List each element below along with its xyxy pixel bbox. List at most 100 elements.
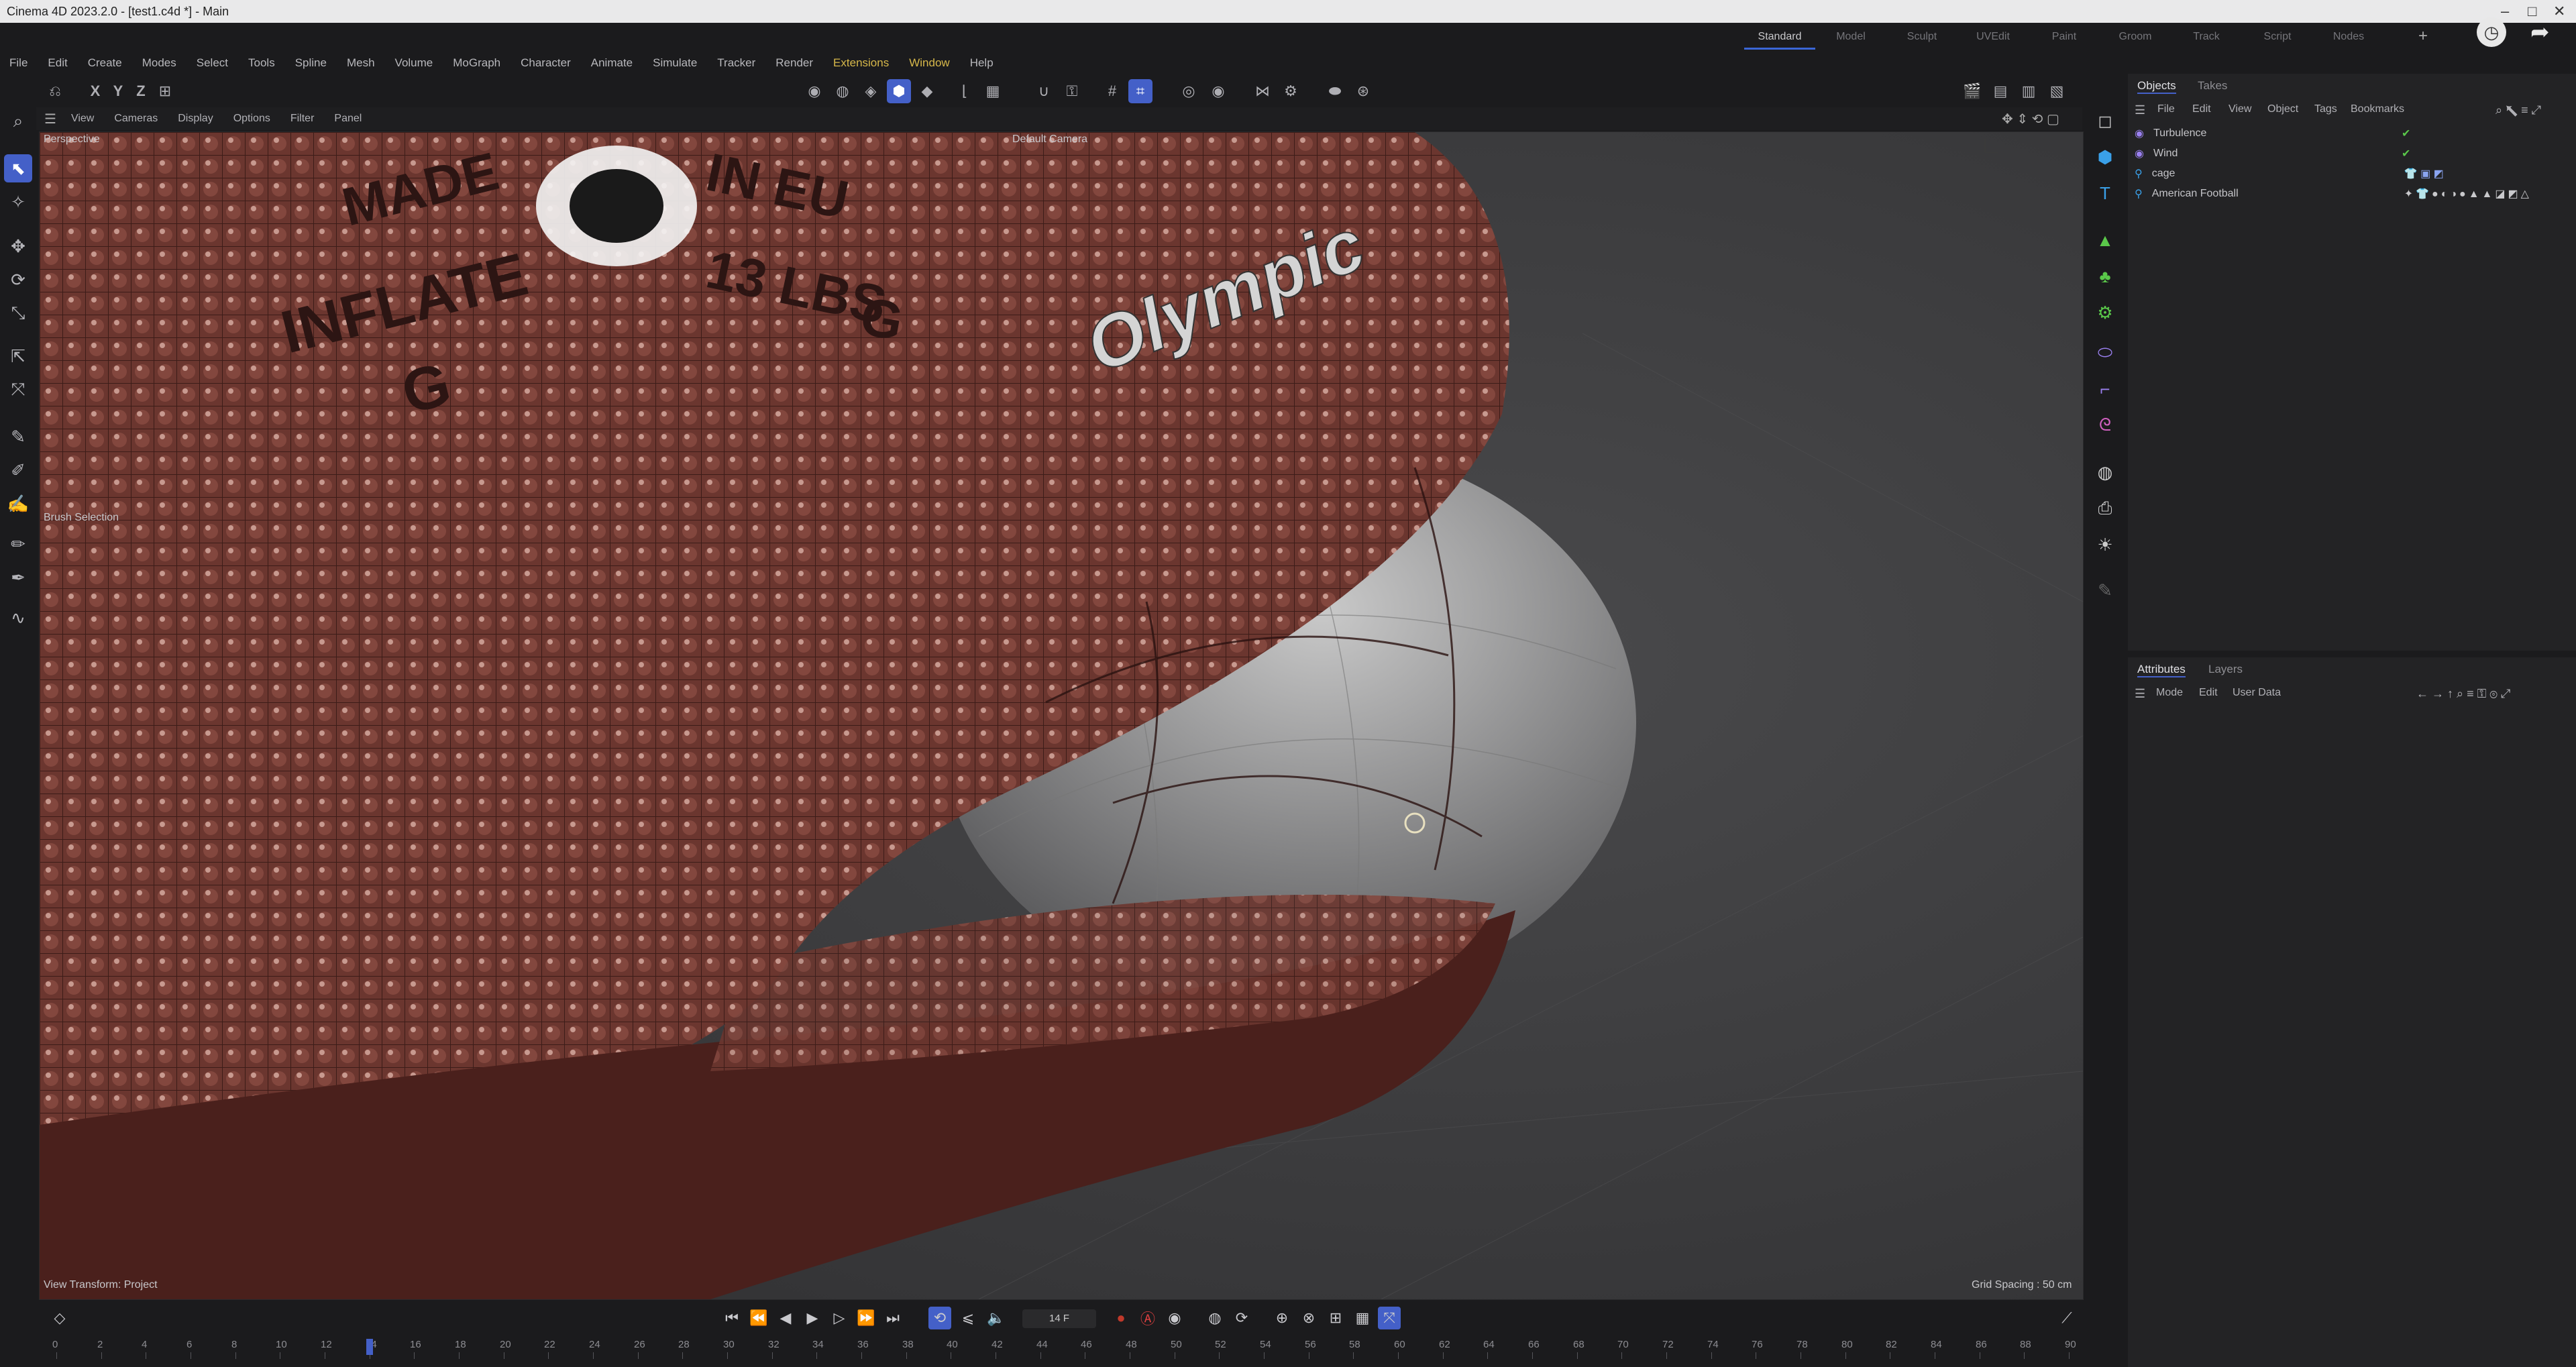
menu-modes[interactable]: Modes (142, 52, 176, 72)
lock-icon[interactable]: ⚿ (1060, 79, 1084, 103)
live-selection-icon[interactable]: ✧ (4, 188, 32, 216)
polygons-mode-icon[interactable]: ⬢ (887, 79, 911, 103)
objects-menu-file[interactable]: File (2157, 103, 2175, 115)
layout-tab-model[interactable]: Model (1815, 27, 1886, 50)
menu-select[interactable]: Select (197, 52, 228, 72)
viewport-solo-icon[interactable]: ⬬ (1323, 79, 1347, 103)
menu-mograph[interactable]: MoGraph (453, 52, 500, 72)
objects-menu-edit[interactable]: Edit (2192, 103, 2211, 115)
text-spline-icon[interactable]: T (2092, 180, 2118, 207)
attributes-menu-edit[interactable]: Edit (2199, 687, 2218, 699)
attributes-menu-mode[interactable]: Mode (2156, 687, 2183, 699)
timeline-ruler[interactable]: 0246810121416182022242628303234363840424… (52, 1339, 2076, 1366)
autokey-icon[interactable]: Ⓐ (1136, 1307, 1159, 1329)
objects-menu-icon[interactable]: ☰ (2135, 103, 2145, 117)
render-view-icon[interactable]: ◉ (1206, 79, 1230, 103)
render-icon[interactable]: 🎬 (1960, 79, 1984, 103)
select-tool-icon[interactable]: ⬉ (4, 154, 32, 182)
key-pla-icon[interactable]: ⊞ (1324, 1307, 1347, 1329)
timeline-graph-icon[interactable]: ⟋ (2055, 1307, 2078, 1329)
transfer-tool-icon[interactable]: ⇱ (4, 342, 32, 370)
model-mode-icon[interactable]: ◉ (802, 79, 826, 103)
layout-tab-uvedit[interactable]: UVEdit (1957, 27, 2029, 50)
menu-character[interactable]: Character (521, 52, 571, 72)
viewport-menu-display[interactable]: Display (178, 113, 213, 125)
sculpt-brush-icon[interactable]: ✏ (4, 530, 32, 558)
objects-menu-bookmarks[interactable]: Bookmarks (2351, 103, 2404, 115)
axis-z-button[interactable]: Z (129, 79, 153, 103)
layout-tab-script[interactable]: Script (2242, 27, 2313, 50)
go-to-end-icon[interactable]: ⏭ (881, 1307, 904, 1329)
key-position-icon[interactable]: ◍ (1203, 1307, 1226, 1329)
add-layout-icon[interactable]: + (2418, 27, 2428, 46)
points-mode-icon[interactable]: ◈ (859, 79, 883, 103)
nurbs-icon[interactable]: ᘓ (2092, 412, 2118, 439)
render-settings-icon[interactable]: ▥ (2017, 79, 2041, 103)
viewport-menu-icon[interactable]: ☰ (44, 111, 56, 127)
3d-viewport[interactable]: MADE IN EU INFLATE 13 LBS G G Olympic Pe… (39, 131, 2084, 1300)
field-icon[interactable]: ⬭ (2092, 339, 2118, 366)
menu-tracker[interactable]: Tracker (717, 52, 755, 72)
menu-animate[interactable]: Animate (591, 52, 633, 72)
deformer-icon[interactable]: ⚙ (2092, 299, 2118, 326)
previous-frame-icon[interactable]: ◀ (774, 1307, 797, 1329)
camera-label[interactable]: Default Camera (1012, 133, 1087, 146)
objects-menu-object[interactable]: Object (2267, 103, 2298, 115)
key-scale-icon[interactable]: ⊕ (1271, 1307, 1293, 1329)
menu-file[interactable]: File (9, 52, 28, 72)
objects-menu-view[interactable]: View (2229, 103, 2251, 115)
layout-tab-groom[interactable]: Groom (2100, 27, 2171, 50)
next-key-icon[interactable]: ⏩ (855, 1307, 877, 1329)
paint-tool-icon[interactable]: ✍ (4, 490, 32, 518)
cube-outline-icon[interactable]: ◻ (2092, 107, 2118, 134)
menu-window[interactable]: Window (909, 52, 949, 72)
render-to-picture-viewer-icon[interactable]: ▤ (1988, 79, 2012, 103)
menu-volume[interactable]: Volume (395, 52, 433, 72)
material-tags-icon[interactable]: ✦👕●◐◑●▲▲◪◩△ (2404, 187, 2532, 201)
texture-mode-icon[interactable]: ◍ (830, 79, 855, 103)
key-param-icon[interactable]: ⊗ (1297, 1307, 1320, 1329)
key-rotation-icon[interactable]: ⟳ (1230, 1307, 1253, 1329)
cloth-tag-icon[interactable]: 👕 ▣ ◩ (2404, 167, 2444, 180)
previous-key-icon[interactable]: ⏪ (747, 1307, 770, 1329)
coordinate-system-icon[interactable]: ⊞ (153, 79, 177, 103)
axis-y-button[interactable]: Y (106, 79, 130, 103)
magnet-icon[interactable]: ∪ (1032, 79, 1056, 103)
menu-extensions[interactable]: Extensions (833, 52, 889, 72)
playhead-marker[interactable] (366, 1339, 373, 1355)
grid-snap-icon[interactable]: # (1100, 79, 1124, 103)
menu-edit[interactable]: Edit (48, 52, 67, 72)
layout-tab-sculpt[interactable]: Sculpt (1886, 27, 1957, 50)
enabled-check-icon[interactable]: ✔ (2402, 127, 2410, 140)
spline-icon[interactable]: ⌐ (2092, 376, 2118, 402)
viewport-navigation-icons[interactable]: ✥ ⇕ ⟲ ▢ (2002, 111, 2059, 127)
attributes-menu-user-data[interactable]: User Data (2233, 687, 2281, 699)
viewport-menu-panel[interactable]: Panel (334, 113, 362, 125)
cloner-icon[interactable]: ♣ (2092, 263, 2118, 290)
menu-spline[interactable]: Spline (295, 52, 327, 72)
playback-rate-icon[interactable]: ⩽ (957, 1307, 979, 1329)
move-tool-icon[interactable]: ✥ (4, 232, 32, 260)
brush-tool-icon[interactable]: ✐ (4, 456, 32, 484)
maximize-icon[interactable]: □ (2528, 3, 2536, 20)
uv-mode-icon[interactable]: ◆ (915, 79, 939, 103)
generator-icon[interactable]: ▲ (2092, 227, 2118, 254)
tab-attributes[interactable]: Attributes (2137, 663, 2186, 677)
knife-tool-icon[interactable]: ✎ (4, 423, 32, 451)
menu-mesh[interactable]: Mesh (347, 52, 375, 72)
layout-tab-track[interactable]: Track (2171, 27, 2242, 50)
keyframe-diamond-icon[interactable]: ◇ (48, 1307, 71, 1329)
snap-axis-icon[interactable]: ⌊ (953, 79, 977, 103)
attributes-menu-icon[interactable]: ☰ (2135, 687, 2145, 701)
layout-tab-paint[interactable]: Paint (2029, 27, 2100, 50)
settings-icon[interactable]: ⚙ (1279, 79, 1303, 103)
object-row[interactable]: ⚲ American Football ✦👕●◐◑●▲▲◪◩△ (2135, 184, 2564, 204)
minimize-icon[interactable]: – (2501, 3, 2509, 20)
tab-takes[interactable]: Takes (2198, 79, 2227, 93)
next-frame-icon[interactable]: ▷ (828, 1307, 851, 1329)
scale-tool-icon[interactable]: ⤡ (4, 299, 32, 327)
viewport-menu-cameras[interactable]: Cameras (114, 113, 158, 125)
symmetry-icon[interactable]: ⋈ (1250, 79, 1275, 103)
cube-icon[interactable]: ⬢ (2092, 144, 2118, 170)
menu-create[interactable]: Create (88, 52, 122, 72)
